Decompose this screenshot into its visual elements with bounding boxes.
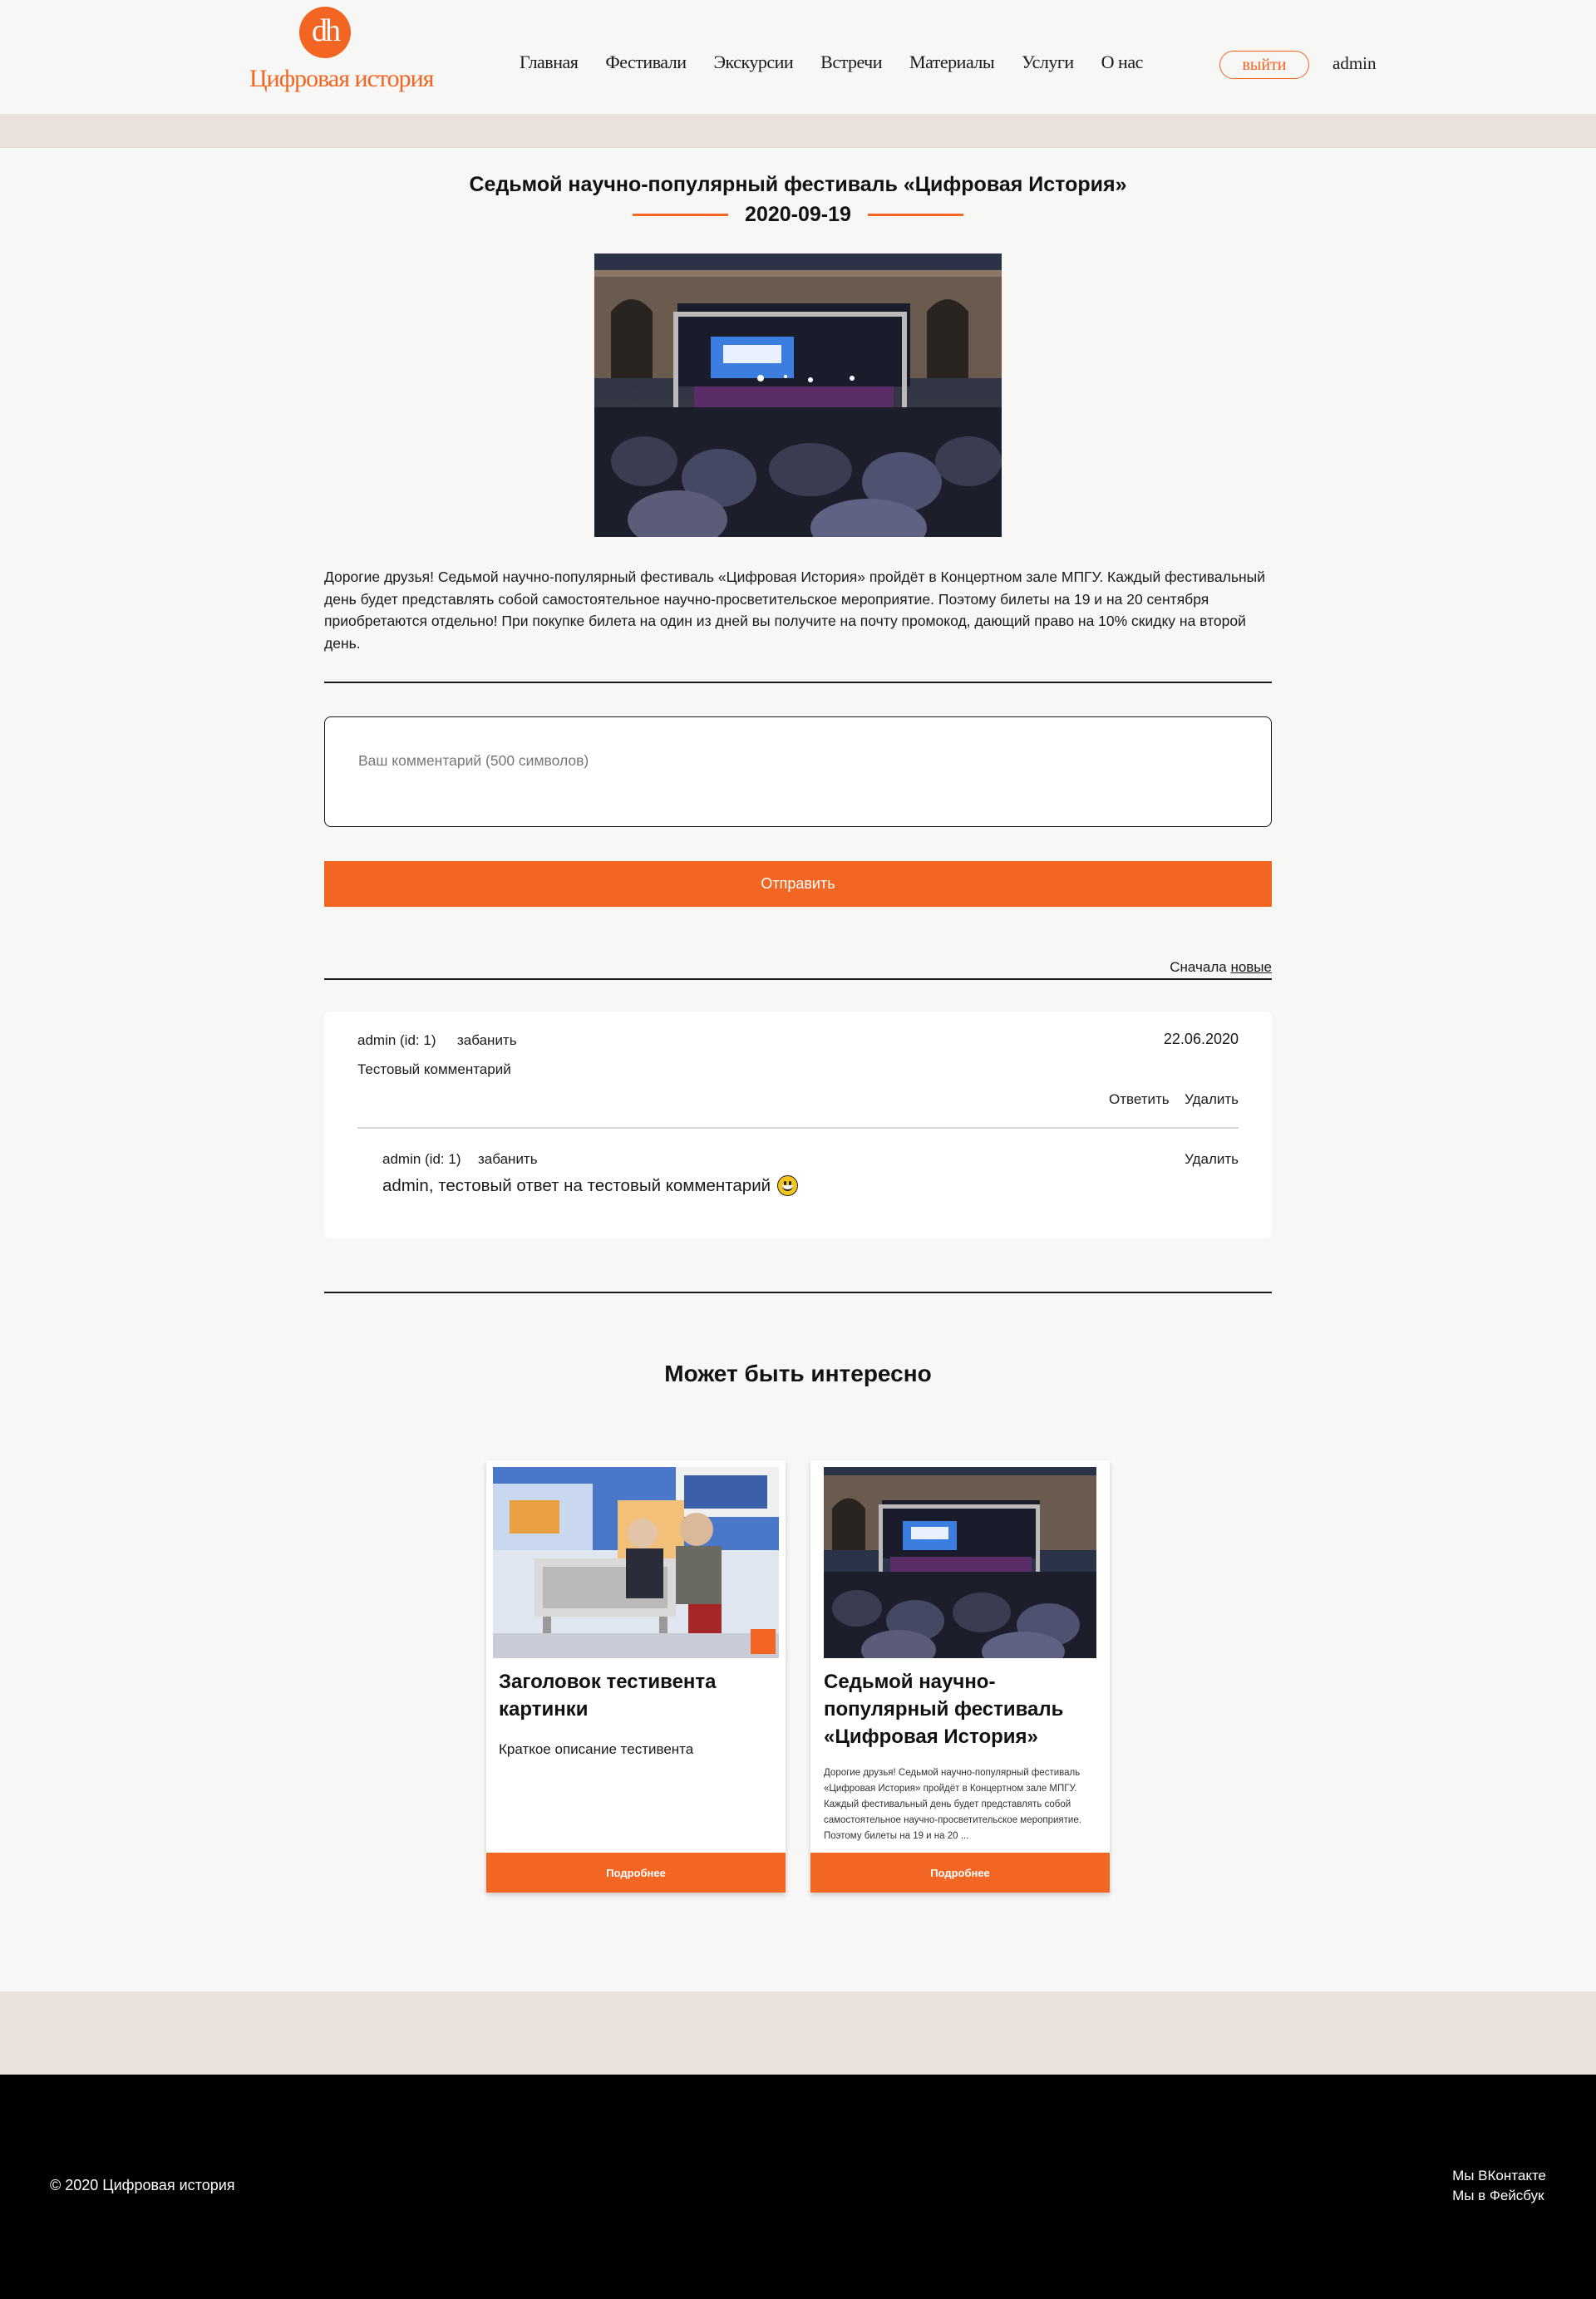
reply-author: admin (id: 1) [382,1151,461,1167]
card-image [493,1467,779,1658]
date-divider-left [633,213,729,216]
divider [324,682,1272,683]
social-links: Мы ВКонтакте Мы в Фейсбук [1452,2166,1546,2206]
copyright: © 2020 Цифровая история [50,2177,235,2193]
main-nav: Главная Фестивали Экскурсии Встречи Мате… [520,52,1143,73]
article-date-row: 2020-09-19 [324,200,1272,229]
nav-item-about[interactable]: О нас [1101,52,1144,73]
sort-toggle-link[interactable]: новые [1230,959,1272,975]
ban-user-link[interactable]: забанить [478,1151,538,1168]
footer-band [0,1991,1596,2075]
card-more-button[interactable]: Подробнее [810,1853,1110,1893]
comment-text: Тестовый комментарий [357,1061,511,1077]
logout-button[interactable]: выйти [1219,51,1309,79]
comments-list: admin (id: 1) забанить 22.06.2020 Тестов… [324,1012,1272,1238]
related-card[interactable]: Заголовок тестивента картинки Краткое оп… [486,1460,786,1893]
nav-item-materials[interactable]: Материалы [909,52,995,73]
related-section-title: Может быть интересно [664,1361,932,1386]
card-description: Дорогие друзья! Седьмой научно-популярны… [824,1768,1081,1841]
nav-item-festivals[interactable]: Фестивали [605,52,687,73]
comment-divider [357,1127,1239,1129]
article-hero-image [594,254,1002,537]
comment-sort: Сначала новые [1170,959,1272,976]
reply-text: admin, тестовый ответ на тестовый коммен… [382,1175,771,1195]
card-title: Седьмой научно-популярный фестиваль «Циф… [824,1671,1064,1748]
comment-date: 22.06.2020 [1163,1031,1239,1047]
header-band [0,114,1596,148]
card-more-button[interactable]: Подробнее [486,1853,786,1893]
article-date: 2020-09-19 [745,202,851,226]
comment-author: admin (id: 1) [357,1032,436,1048]
logo-mark: dh [299,7,351,58]
smiley-emoji-icon [777,1175,799,1196]
divider [324,978,1272,980]
delete-comment-button[interactable]: Удалить [1185,1091,1239,1108]
article-body: Дорогие друзья! Седьмой научно-популярны… [324,569,1265,652]
comment-input[interactable] [324,716,1272,827]
facebook-link[interactable]: Мы в Фейсбук [1452,2186,1546,2206]
reply-body: admin, тестовый ответ на тестовый коммен… [382,1175,799,1196]
submit-comment-button[interactable]: Отправить [324,861,1272,907]
delete-reply-button[interactable]: Удалить [1185,1151,1239,1168]
reply-button[interactable]: Ответить [1109,1091,1170,1108]
article-title: Седьмой научно-популярный фестиваль «Циф… [469,173,1127,196]
ban-user-link[interactable]: забанить [457,1032,517,1049]
sort-prefix: Сначала [1170,959,1227,975]
user-profile-link[interactable]: admin [1332,53,1377,74]
card-description: Краткое описание тестивента [499,1741,694,1757]
card-title: Заголовок тестивента картинки [499,1671,717,1721]
nav-item-home[interactable]: Главная [520,52,579,73]
vk-link[interactable]: Мы ВКонтакте [1452,2166,1546,2186]
site-footer: © 2020 Цифровая история Мы ВКонтакте Мы … [0,2075,1596,2299]
nav-item-excursions[interactable]: Экскурсии [714,52,794,73]
nav-item-services[interactable]: Услуги [1022,52,1074,73]
nav-item-meetings[interactable]: Встречи [820,52,882,73]
site-header: dh Цифровая история Главная Фестивали Эк… [0,0,1596,114]
divider [324,1292,1272,1293]
date-divider-right [867,213,963,216]
related-card[interactable]: Седьмой научно-популярный фестиваль «Циф… [810,1460,1110,1893]
logo-text: Цифровая история [249,65,434,92]
site-logo[interactable]: dh Цифровая история [249,7,434,98]
card-image [824,1467,1096,1658]
